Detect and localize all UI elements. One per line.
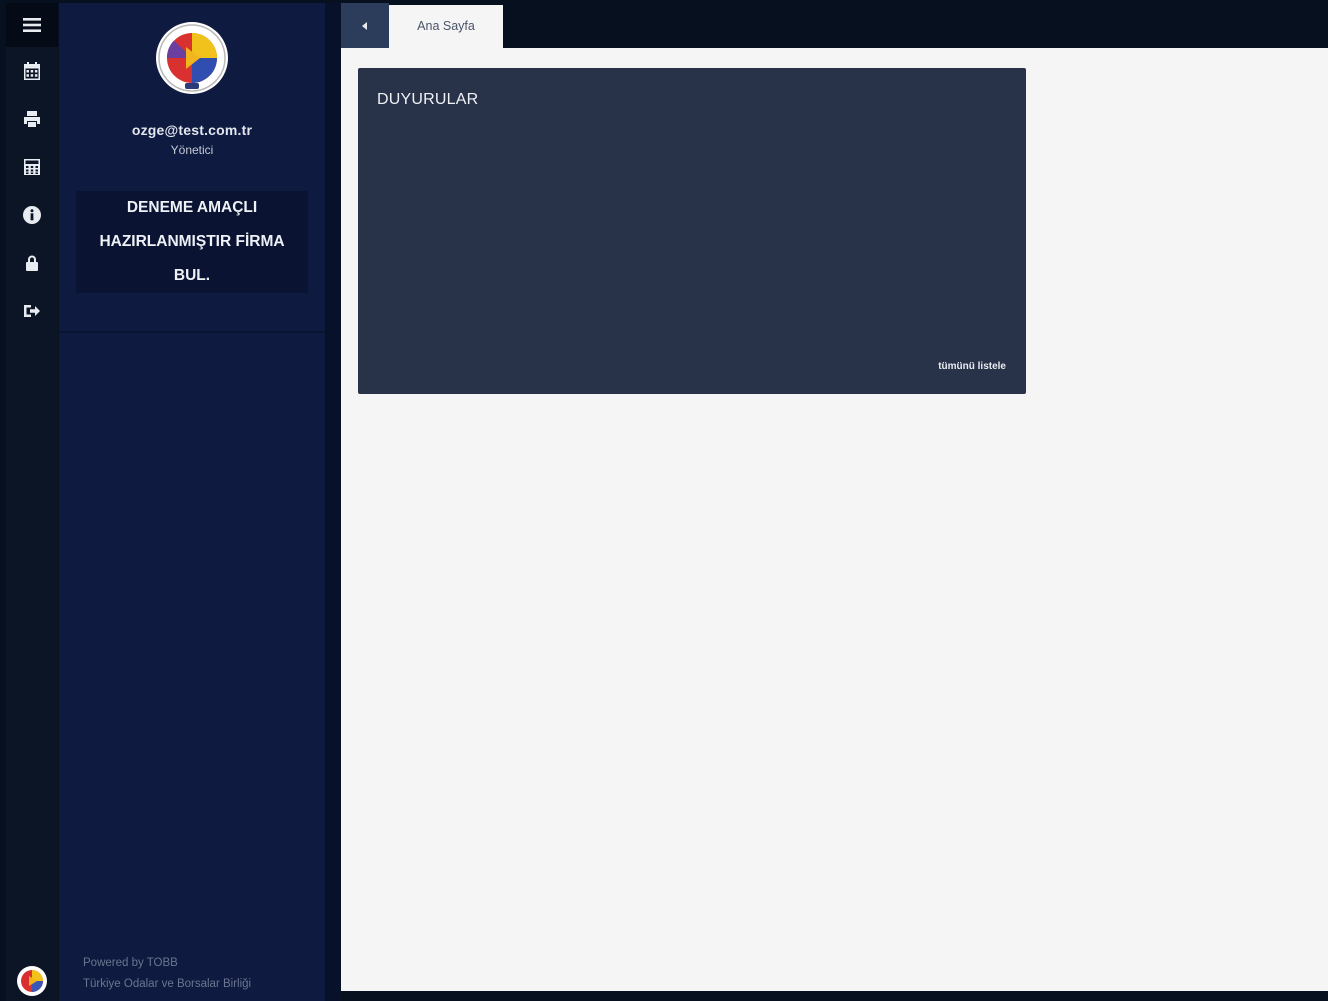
tab-bar: Ana Sayfa (341, 3, 1328, 50)
user-email: ozge@test.com.tr (131, 122, 253, 138)
calculator-button[interactable] (6, 143, 58, 191)
user-role: Yönetici (170, 143, 214, 157)
calculator-icon (24, 159, 40, 175)
card-title: DUYURULAR (377, 91, 479, 108)
lock-icon (26, 255, 38, 271)
print-icon (24, 111, 40, 127)
tobb-logo (156, 22, 228, 94)
calendar-button[interactable] (6, 47, 58, 95)
sign-out-icon (24, 305, 40, 317)
profile-section: ozge@test.com.tr Yönetici DENEME AMAÇLI … (59, 3, 325, 333)
app-window: ozge@test.com.tr Yönetici DENEME AMAÇLI … (0, 0, 1328, 1001)
footer-organization: Türkiye Odalar ve Borsalar Birliği (83, 978, 252, 990)
lock-button[interactable] (6, 239, 58, 287)
list-all-link[interactable]: tümünü listele (938, 361, 1006, 372)
main-content: DUYURULAR tümünü listele (341, 48, 1328, 991)
tab-home[interactable]: Ana Sayfa (389, 5, 503, 50)
icon-rail (6, 3, 58, 1001)
company-name[interactable]: DENEME AMAÇLI HAZIRLANMIŞTIR FİRMA BUL. (76, 191, 308, 293)
print-button[interactable] (6, 95, 58, 143)
sign-out-button[interactable] (6, 287, 58, 335)
info-icon (23, 206, 41, 224)
bottom-strip (341, 991, 1328, 1001)
sidebar-footer: Powered by TOBB Türkiye Odalar ve Borsal… (83, 953, 251, 995)
calendar-icon (24, 62, 40, 80)
menu-icon (23, 18, 41, 32)
menu-button[interactable] (6, 3, 58, 47)
sidebar: ozge@test.com.tr Yönetici DENEME AMAÇLI … (59, 3, 325, 1001)
announcements-card: DUYURULAR tümünü listele (358, 68, 1026, 394)
footer-powered-by: Powered by TOBB (83, 957, 178, 969)
info-button[interactable] (6, 191, 58, 239)
tobb-logo-small (17, 966, 47, 996)
collapse-sidebar-button[interactable] (341, 3, 389, 48)
sidebar-gutter (325, 3, 341, 1001)
caret-left-icon (362, 21, 367, 30)
